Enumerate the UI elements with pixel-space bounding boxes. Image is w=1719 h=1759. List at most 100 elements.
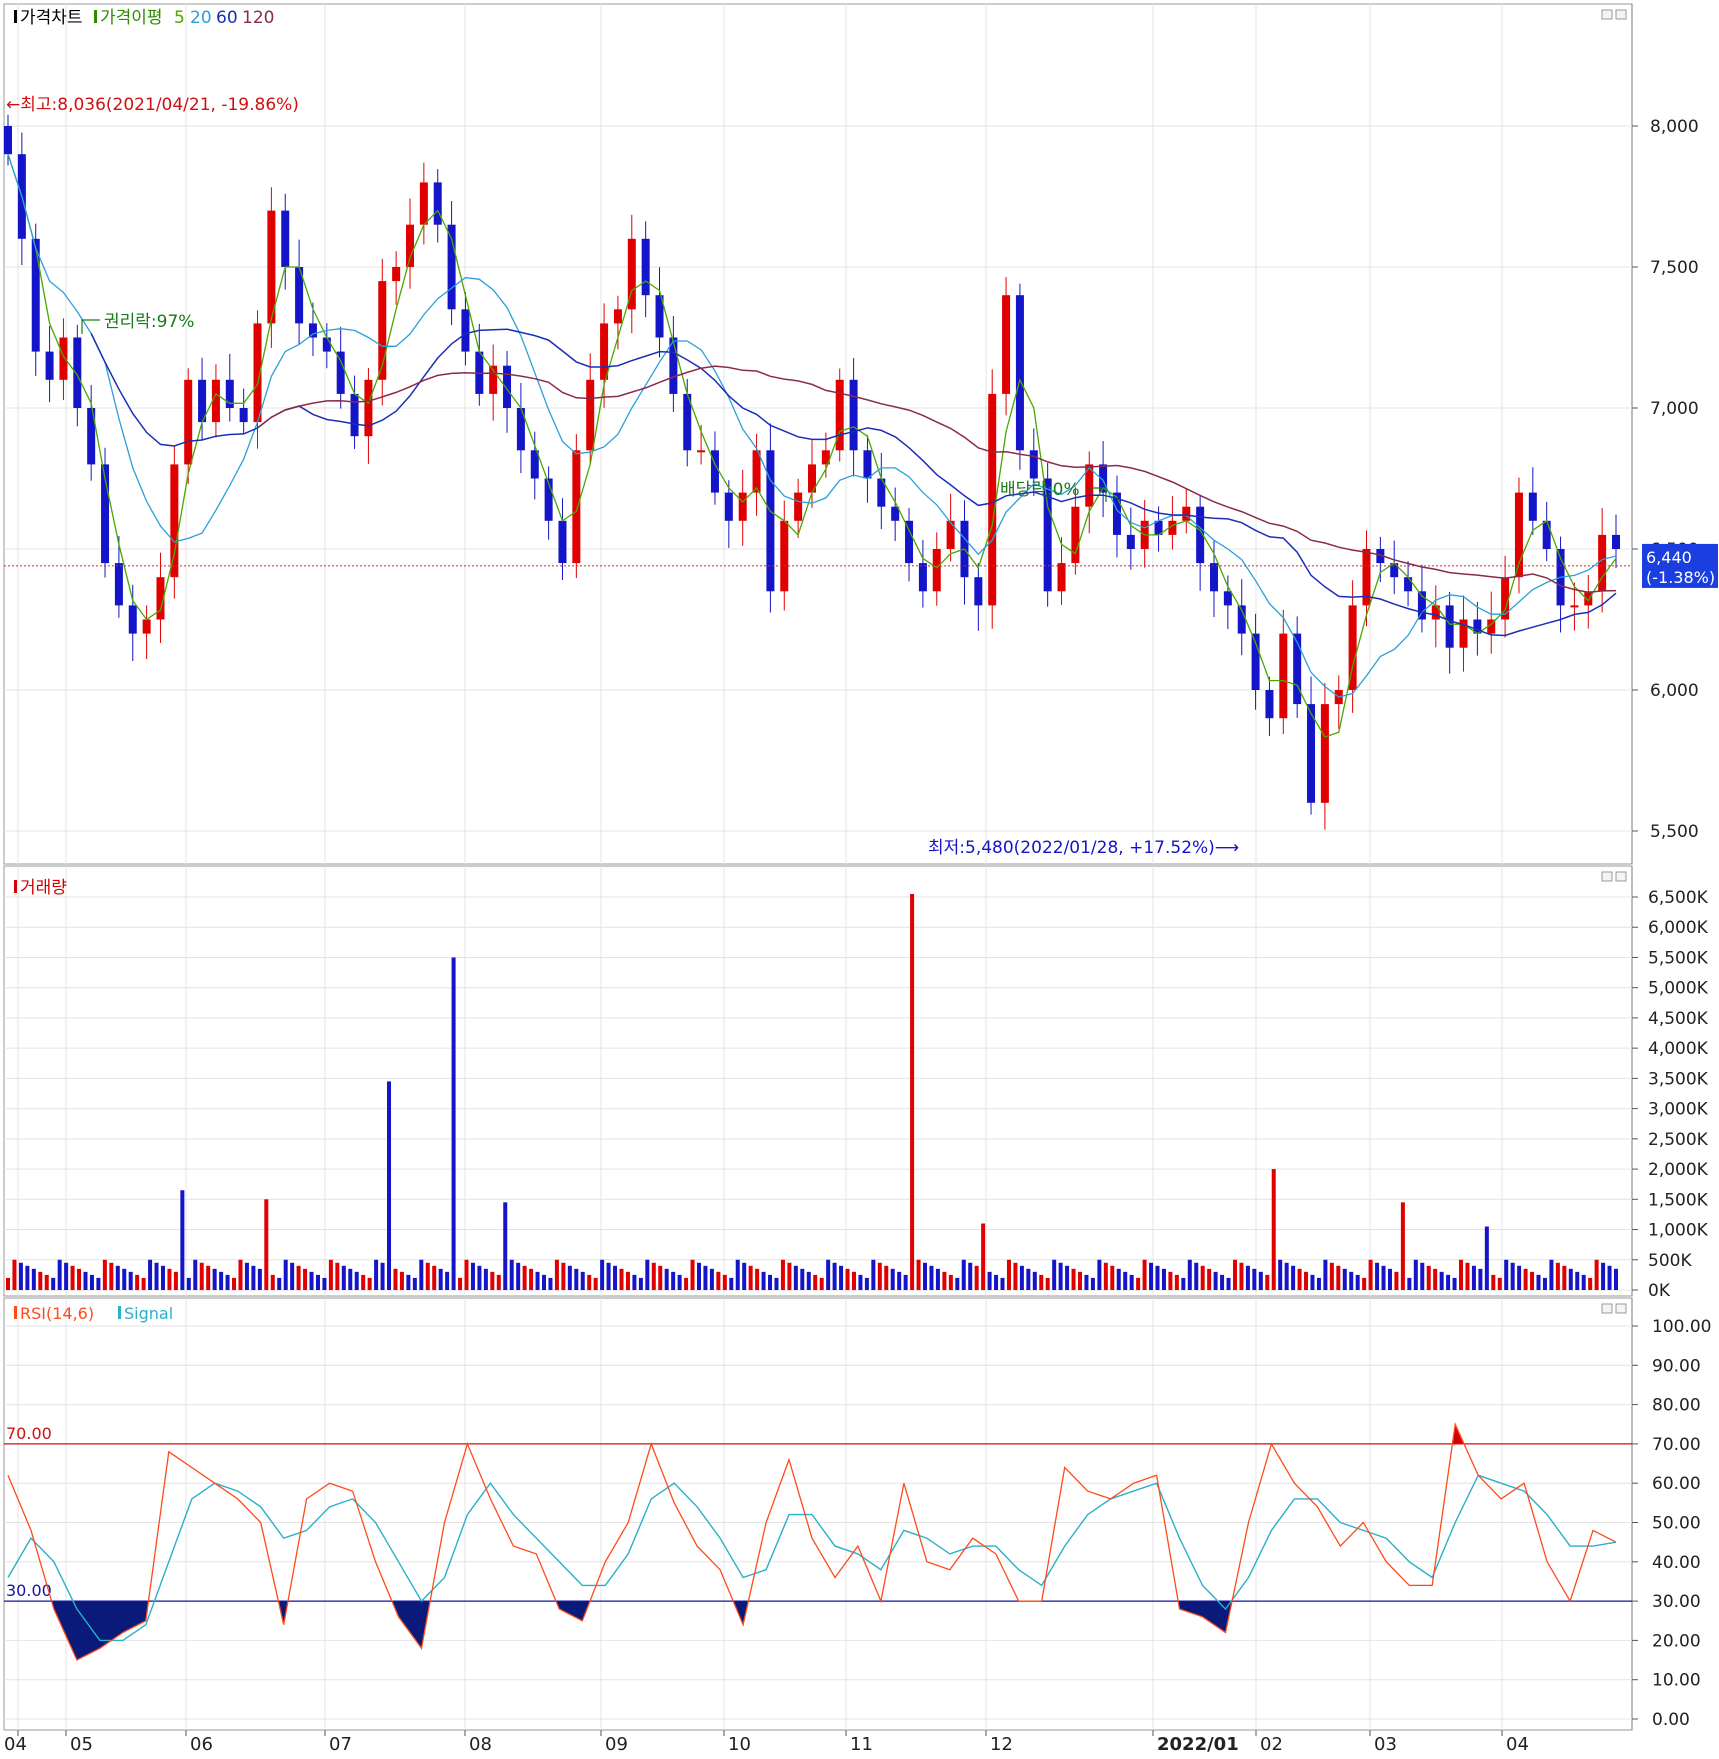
candle-down — [433, 182, 442, 225]
volume-bar — [1136, 1277, 1141, 1290]
volume-bar — [910, 893, 915, 1290]
volume-bar — [703, 1265, 708, 1290]
volume-tick-label: 1,000K — [1648, 1221, 1709, 1241]
low-price-label: 최저:5,480(2022/01/28, +17.52%)⟶ — [928, 838, 1239, 858]
volume-tick-label: 6,000K — [1648, 918, 1709, 938]
volume-bar — [780, 1259, 785, 1290]
volume-bar — [322, 1277, 327, 1290]
volume-bar — [554, 1259, 559, 1290]
volume-legend: 거래량 — [20, 878, 67, 898]
x-tick-label: 06 — [190, 1734, 213, 1755]
legend-item: 120 — [242, 8, 274, 28]
volume-bar — [51, 1277, 56, 1290]
volume-bar — [884, 1265, 889, 1290]
volume-bar — [445, 1271, 450, 1290]
volume-bar — [387, 1081, 392, 1290]
volume-tick-label: 0K — [1648, 1281, 1671, 1301]
volume-bar — [89, 1274, 94, 1290]
volume-bar — [1342, 1268, 1347, 1290]
volume-tick-label: 5,000K — [1648, 979, 1709, 999]
volume-bar — [1433, 1268, 1438, 1290]
minimize-panel-icon[interactable] — [1601, 871, 1613, 882]
candle-down — [114, 563, 123, 606]
volume-bar — [1045, 1277, 1050, 1290]
candle-up — [932, 549, 941, 592]
candle-up — [780, 520, 789, 592]
volume-bar — [1284, 1262, 1289, 1290]
candle-down — [1445, 605, 1454, 648]
volume-bar — [600, 1259, 605, 1290]
volume-bar — [1387, 1268, 1392, 1290]
volume-bar — [1471, 1265, 1476, 1290]
close-panel-icon[interactable] — [1615, 1303, 1627, 1314]
volume-bar — [1304, 1271, 1309, 1290]
volume-tick-label: 2,500K — [1648, 1130, 1709, 1150]
close-panel-icon[interactable] — [1615, 871, 1627, 882]
volume-bar — [77, 1268, 82, 1290]
volume-bar — [496, 1274, 501, 1290]
volume-bar — [199, 1262, 204, 1290]
candle-up — [1279, 633, 1288, 719]
volume-tick-label: 6,500K — [1648, 888, 1709, 908]
volume-bar — [102, 1259, 107, 1290]
volume-bar — [1149, 1262, 1154, 1290]
volume-bar — [1555, 1262, 1560, 1290]
volume-bar — [277, 1277, 282, 1290]
volume-bar — [483, 1268, 488, 1290]
volume-bar — [270, 1274, 275, 1290]
price-tick-label: 8,000 — [1650, 117, 1699, 137]
volume-bar — [1187, 1259, 1192, 1290]
minimize-panel-icon[interactable] — [1601, 1303, 1613, 1314]
candle-up — [586, 379, 595, 451]
volume-bar — [1084, 1274, 1089, 1290]
candle-down — [974, 577, 983, 606]
rsi-tick-label: 0.00 — [1652, 1710, 1690, 1730]
volume-bar — [1071, 1268, 1076, 1290]
volume-bar — [806, 1271, 811, 1290]
volume-bar — [664, 1268, 669, 1290]
volume-bar — [1291, 1265, 1296, 1290]
volume-bar — [1336, 1265, 1341, 1290]
price-tick-label: 7,500 — [1650, 258, 1699, 278]
candle-up — [184, 379, 193, 465]
volume-bar — [1013, 1262, 1018, 1290]
volume-bar — [186, 1277, 191, 1290]
stock-chart[interactable]: 5,5006,0006,5007,0007,5008,000가격차트가격이평52… — [0, 0, 1719, 1755]
volume-bar — [115, 1265, 120, 1290]
volume-bar — [1459, 1259, 1464, 1290]
volume-bar — [1006, 1259, 1011, 1290]
volume-bar — [1568, 1268, 1573, 1290]
volume-bar — [1491, 1274, 1496, 1290]
volume-bar — [1258, 1271, 1263, 1290]
volume-bar — [232, 1277, 237, 1290]
rsi-tick-label: 80.00 — [1652, 1396, 1701, 1416]
x-tick-label: 04 — [1506, 1734, 1529, 1755]
legend-item: 5 — [174, 8, 185, 28]
volume-bar — [1504, 1259, 1509, 1290]
volume-bar — [981, 1223, 986, 1290]
candle-down — [641, 238, 650, 296]
volume-bar — [1039, 1274, 1044, 1290]
x-tick-label: 05 — [70, 1734, 93, 1755]
rsi-legend-item: Signal — [124, 1304, 173, 1323]
candle-up — [1071, 506, 1080, 564]
minimize-panel-icon[interactable] — [1601, 9, 1613, 20]
volume-bar — [1245, 1265, 1250, 1290]
volume-bar — [529, 1268, 534, 1290]
candle-up — [1570, 605, 1579, 608]
volume-bar — [44, 1274, 49, 1290]
candle-down — [461, 309, 470, 352]
volume-bar — [1607, 1265, 1612, 1290]
chart-canvas[interactable]: 5,5006,0006,5007,0007,5008,000가격차트가격이평52… — [0, 0, 1719, 1755]
volume-bar — [580, 1271, 585, 1290]
volume-bar — [897, 1271, 902, 1290]
volume-bar — [1078, 1271, 1082, 1290]
volume-bar — [109, 1262, 114, 1290]
candle-down — [1223, 591, 1232, 606]
volume-bar — [851, 1271, 856, 1290]
volume-bar — [1588, 1277, 1593, 1290]
volume-bar — [877, 1262, 882, 1290]
volume-bar — [1478, 1268, 1483, 1290]
close-panel-icon[interactable] — [1615, 9, 1627, 20]
volume-bar — [1523, 1268, 1528, 1290]
